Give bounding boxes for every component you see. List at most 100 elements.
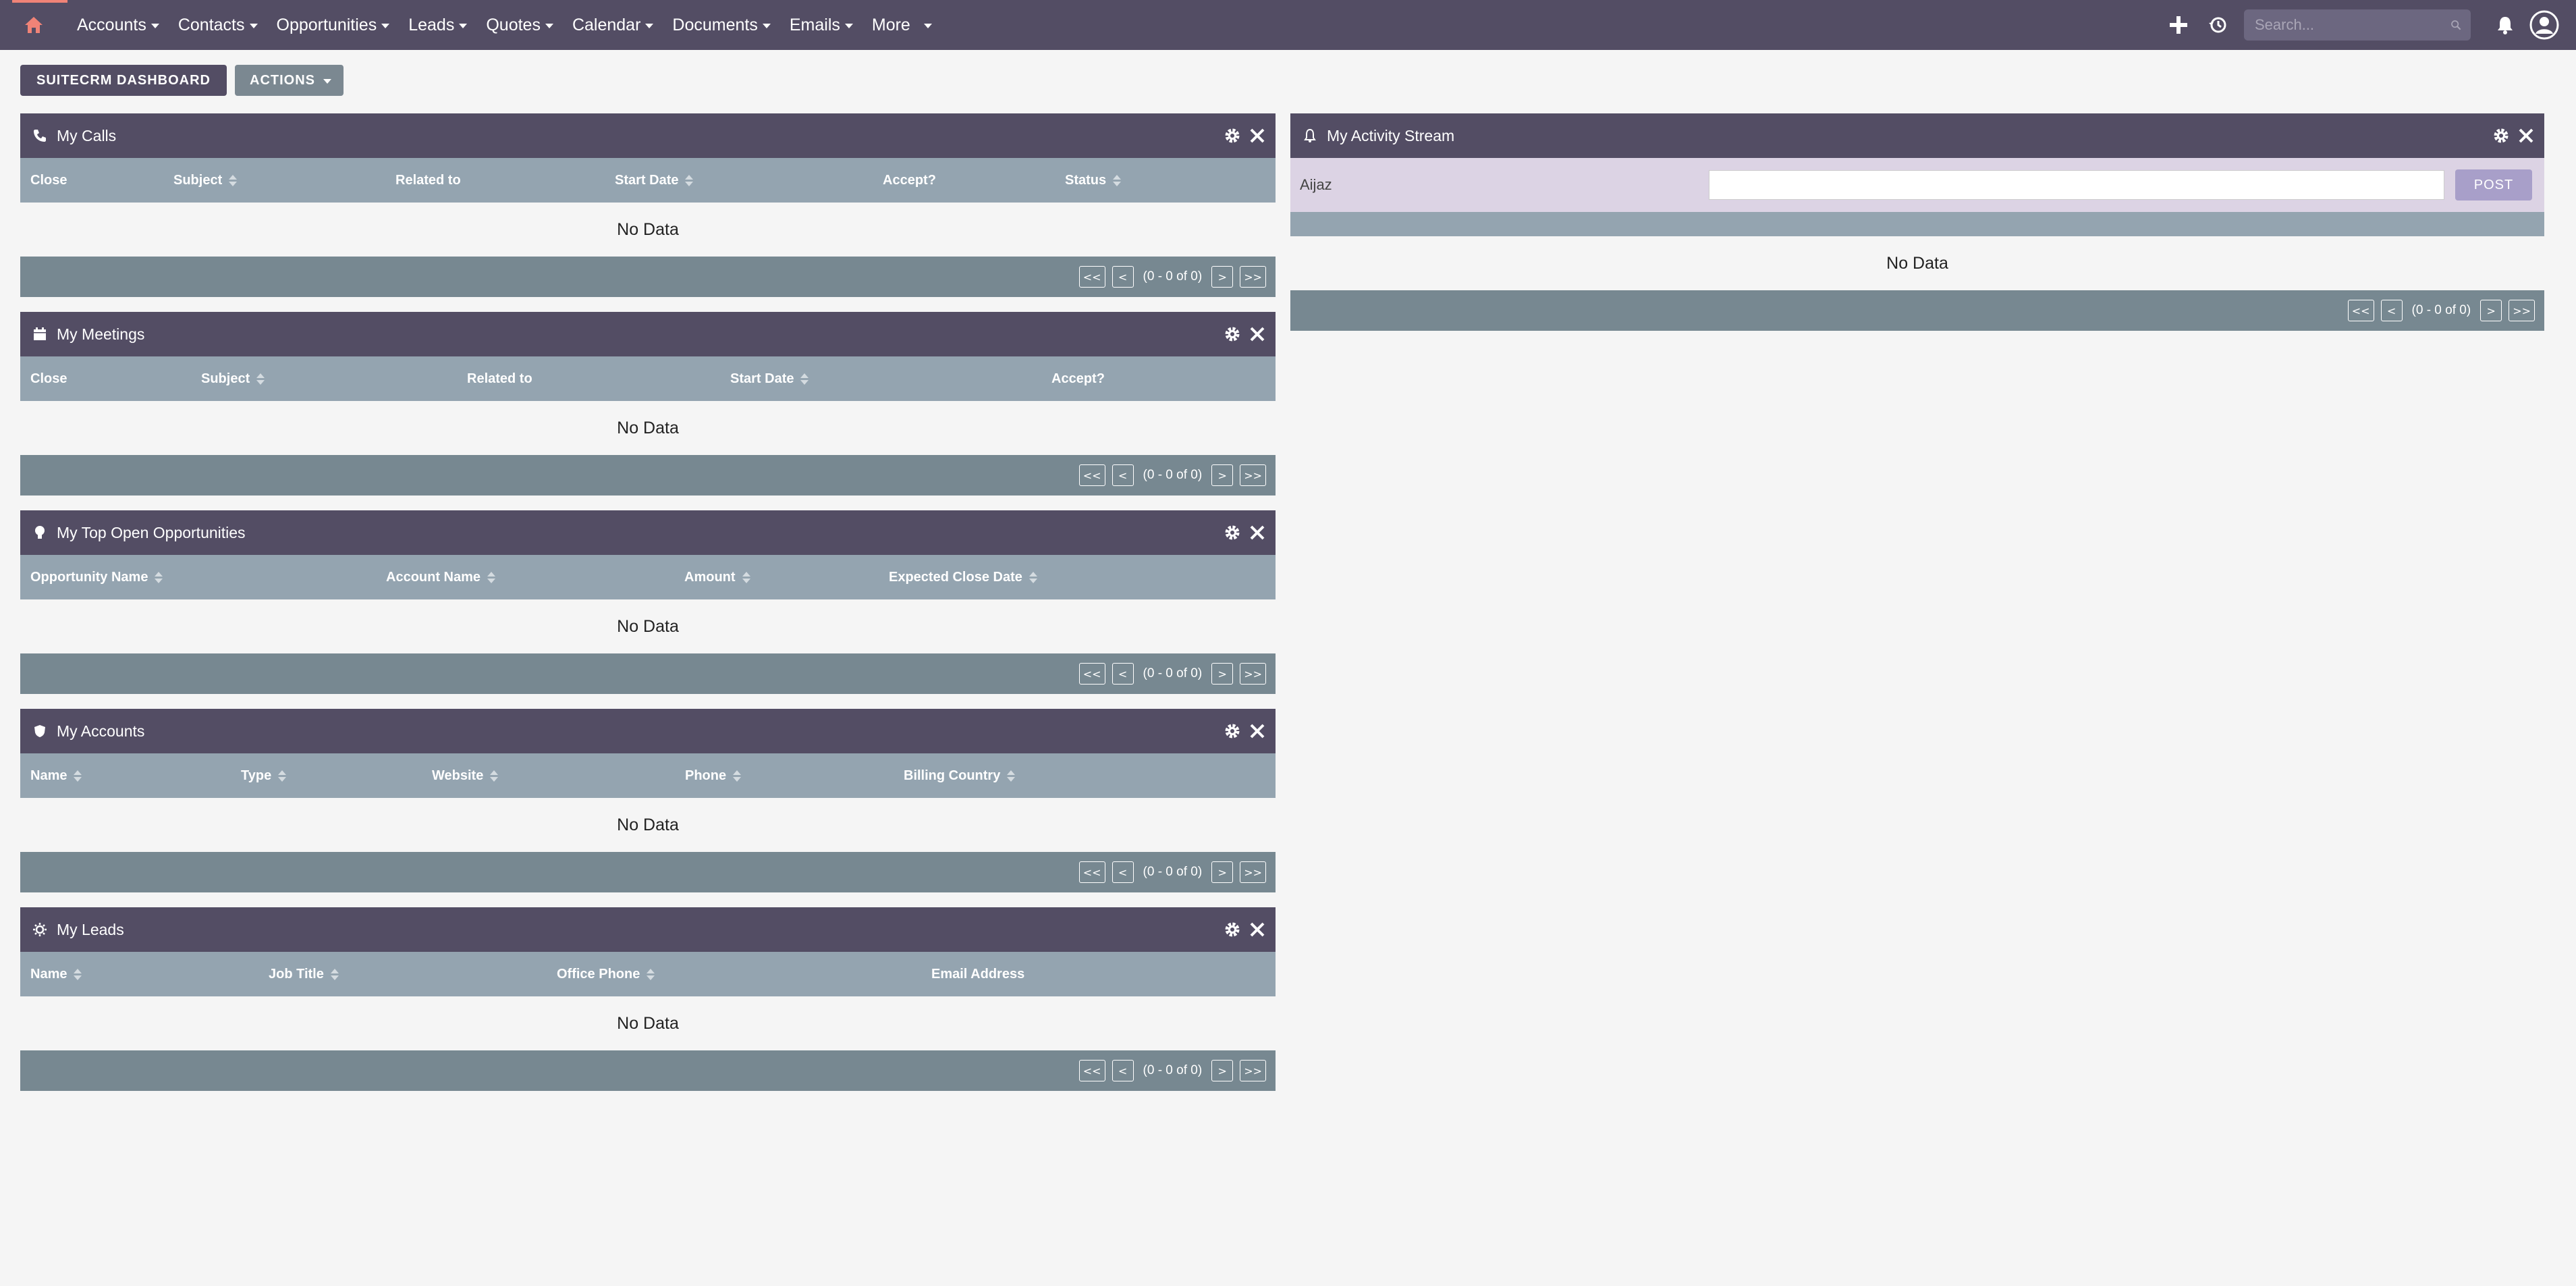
last-page-button[interactable]: >> — [2509, 300, 2535, 321]
next-page-button[interactable]: > — [2480, 300, 2502, 321]
sort-icon — [229, 174, 238, 186]
last-page-button[interactable]: >> — [1240, 266, 1266, 288]
search-input[interactable] — [2253, 16, 2450, 34]
column-header[interactable]: Accept? — [883, 158, 936, 203]
nav-calendar[interactable]: Calendar — [563, 0, 663, 50]
nav-contacts-label: Contacts — [177, 15, 245, 34]
column-header[interactable]: Related to — [395, 158, 461, 203]
dashlet-my-calls: My Calls Close Subject Related to Start … — [20, 113, 1276, 297]
gear-icon[interactable] — [1223, 126, 1242, 145]
first-page-button[interactable]: << — [1078, 861, 1105, 883]
search-icon[interactable] — [2450, 17, 2461, 33]
next-page-button[interactable]: > — [1211, 663, 1234, 685]
column-header[interactable]: Account Name — [386, 555, 496, 599]
close-icon[interactable] — [1249, 921, 1266, 938]
column-header[interactable]: Billing Country — [904, 753, 1016, 798]
prev-page-button[interactable]: < — [1112, 861, 1134, 883]
column-header[interactable]: Website — [432, 753, 499, 798]
gear-icon[interactable] — [2492, 126, 2511, 145]
last-page-button[interactable]: >> — [1240, 1060, 1266, 1081]
column-header[interactable]: Expected Close Date — [889, 555, 1037, 599]
activity-post-input[interactable] — [1709, 170, 2444, 200]
column-header[interactable]: Close — [30, 158, 67, 203]
chevron-down-icon — [762, 24, 771, 28]
column-header[interactable]: Type — [241, 753, 287, 798]
gear-icon[interactable] — [1223, 722, 1242, 741]
close-icon[interactable] — [1249, 127, 1266, 144]
first-page-button[interactable]: << — [2347, 300, 2374, 321]
pagination-bar: << < (0 - 0 of 0) > >> — [20, 257, 1276, 297]
dashlet-header: My Top Open Opportunities — [20, 510, 1276, 555]
user-menu-button[interactable] — [2525, 0, 2564, 50]
empty-message: No Data — [1886, 253, 1948, 273]
column-header[interactable]: Subject — [201, 356, 265, 401]
column-header[interactable]: Job Title — [269, 952, 339, 996]
last-page-button[interactable]: >> — [1240, 464, 1266, 486]
recently-viewed-button[interactable] — [2198, 0, 2237, 50]
nav-documents[interactable]: Documents — [663, 0, 779, 50]
column-label: Expected Close Date — [889, 569, 1022, 585]
nav-leads[interactable]: Leads — [399, 0, 476, 50]
last-page-button[interactable]: >> — [1240, 663, 1266, 685]
nav-opportunities[interactable]: Opportunities — [267, 0, 400, 50]
prev-page-button[interactable]: < — [1112, 1060, 1134, 1081]
sort-icon — [1029, 571, 1037, 583]
actions-button[interactable]: ACTIONS — [235, 65, 344, 96]
next-page-button[interactable]: > — [1211, 464, 1234, 486]
empty-message: No Data — [617, 418, 679, 437]
gear-icon[interactable] — [1223, 920, 1242, 939]
nav-quotes[interactable]: Quotes — [476, 0, 563, 50]
nav-contacts[interactable]: Contacts — [169, 0, 267, 50]
column-header[interactable]: Accept? — [1051, 356, 1105, 401]
notifications-button[interactable] — [2486, 0, 2525, 50]
column-header[interactable]: Start Date — [730, 356, 809, 401]
sort-icon — [1113, 174, 1122, 186]
column-header[interactable]: Status — [1065, 158, 1122, 203]
column-label: Subject — [201, 371, 250, 386]
dashlet-my-accounts: My Accounts Name Type Website Phone Bill… — [20, 709, 1276, 892]
gear-icon[interactable] — [1223, 325, 1242, 344]
dashboard-tab-button[interactable]: SUITECRM DASHBOARD — [20, 65, 227, 96]
first-page-button[interactable]: << — [1078, 1060, 1105, 1081]
next-page-button[interactable]: > — [1211, 1060, 1234, 1081]
sort-icon — [733, 770, 742, 782]
last-page-button[interactable]: >> — [1240, 861, 1266, 883]
column-header[interactable]: Subject — [173, 158, 238, 203]
first-page-button[interactable]: << — [1078, 266, 1105, 288]
column-header[interactable]: Opportunity Name — [30, 555, 163, 599]
column-header[interactable]: Start Date — [615, 158, 694, 203]
first-page-button[interactable]: << — [1078, 663, 1105, 685]
chevron-down-icon — [645, 24, 654, 28]
nav-emails[interactable]: Emails — [780, 0, 862, 50]
column-header[interactable]: Name — [30, 952, 82, 996]
close-icon[interactable] — [1249, 325, 1266, 343]
column-header[interactable]: Office Phone — [557, 952, 655, 996]
column-header[interactable]: Phone — [685, 753, 742, 798]
close-icon[interactable] — [2517, 127, 2535, 144]
nav-more[interactable]: More — [862, 0, 941, 50]
prev-page-button[interactable]: < — [1112, 266, 1134, 288]
prev-page-button[interactable]: < — [1112, 464, 1134, 486]
next-page-button[interactable]: > — [1211, 861, 1234, 883]
column-header[interactable]: Related to — [467, 356, 532, 401]
prev-page-button[interactable]: < — [1112, 663, 1134, 685]
column-header[interactable]: Name — [30, 753, 82, 798]
column-label: Opportunity Name — [30, 569, 148, 585]
gear-icon[interactable] — [1223, 523, 1242, 542]
column-header[interactable]: Close — [30, 356, 67, 401]
column-header[interactable]: Email Address — [931, 952, 1024, 996]
post-button[interactable]: POST — [2455, 169, 2532, 200]
prev-page-button[interactable]: < — [2380, 300, 2403, 321]
shield-icon — [31, 722, 49, 740]
close-icon[interactable] — [1249, 722, 1266, 740]
next-page-button[interactable]: > — [1211, 266, 1234, 288]
nav-accounts[interactable]: Accounts — [67, 0, 169, 50]
home-button[interactable] — [0, 0, 67, 50]
column-header[interactable]: Amount — [684, 555, 750, 599]
sort-icon — [1007, 770, 1016, 782]
create-button[interactable] — [2159, 0, 2198, 50]
nav-calendar-label: Calendar — [572, 15, 641, 34]
sun-icon — [31, 921, 49, 938]
close-icon[interactable] — [1249, 524, 1266, 541]
first-page-button[interactable]: << — [1078, 464, 1105, 486]
